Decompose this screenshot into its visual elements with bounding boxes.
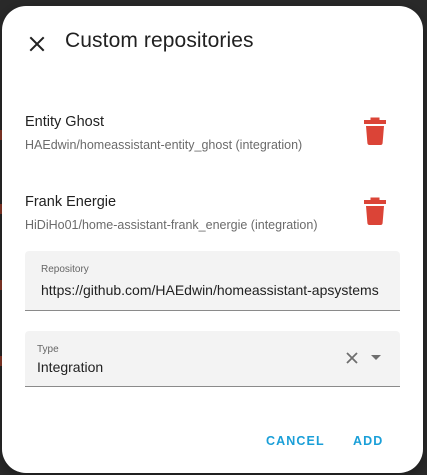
cancel-button[interactable]: CANCEL — [266, 434, 325, 448]
delete-repository-button[interactable] — [362, 116, 388, 146]
trash-icon — [364, 117, 386, 145]
close-icon — [29, 36, 45, 52]
delete-repository-button[interactable] — [362, 196, 388, 226]
close-button[interactable] — [24, 31, 50, 57]
type-field-label: Type — [37, 344, 59, 355]
repository-item: Entity Ghost HAEdwin/homeassistant-entit… — [25, 113, 405, 153]
type-select[interactable]: Type Integration — [25, 331, 400, 387]
type-selected-value[interactable]: Integration — [37, 359, 103, 375]
trash-icon — [364, 197, 386, 225]
clear-button[interactable] — [343, 349, 361, 367]
repository-detail: HiDiHo01/home-assistant-frank_energie (i… — [25, 218, 318, 232]
chevron-down-icon — [371, 355, 381, 360]
dialog-title: Custom repositories — [65, 29, 254, 52]
repository-name: Entity Ghost — [25, 114, 104, 130]
repository-item: Frank Energie HiDiHo01/home-assistant-fr… — [25, 193, 405, 233]
repository-input[interactable]: https://github.com/HAEdwin/homeassistant… — [41, 282, 385, 298]
repository-detail: HAEdwin/homeassistant-entity_ghost (inte… — [25, 138, 303, 152]
dropdown-button[interactable] — [367, 349, 385, 367]
add-button[interactable]: ADD — [353, 434, 383, 448]
repository-field[interactable]: Repository https://github.com/HAEdwin/ho… — [25, 251, 400, 311]
repository-field-label: Repository — [41, 264, 89, 275]
clear-icon — [346, 352, 358, 364]
repository-name: Frank Energie — [25, 194, 117, 210]
custom-repositories-dialog: Custom repositories Entity Ghost HAEdwin… — [2, 6, 423, 473]
